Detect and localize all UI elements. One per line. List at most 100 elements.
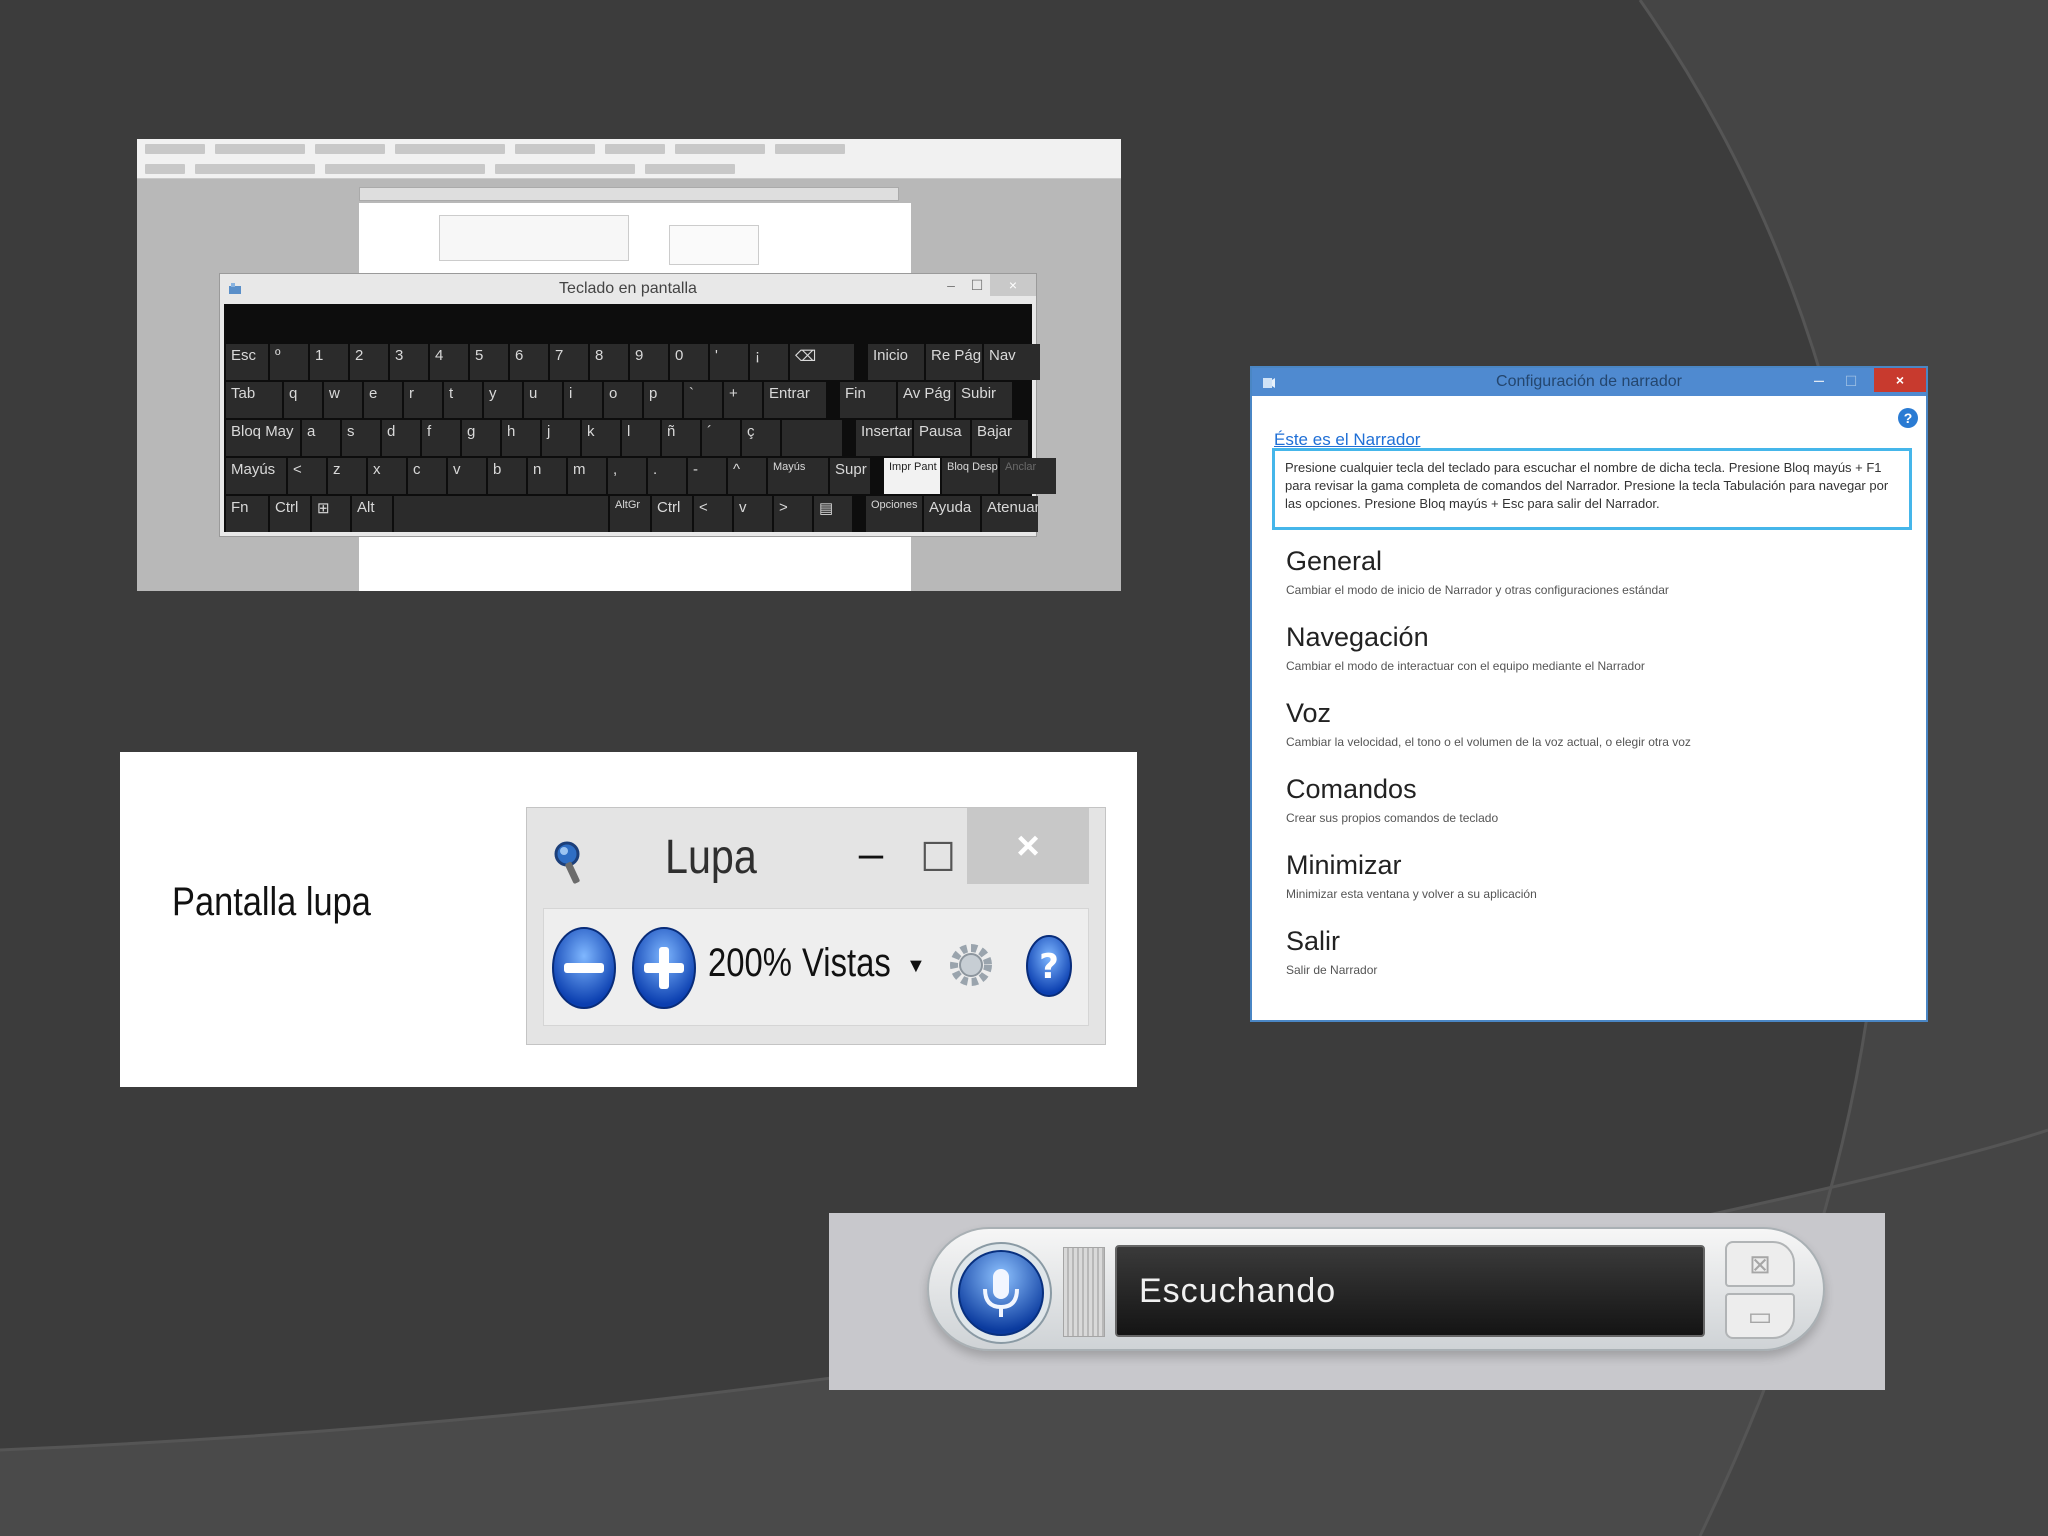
osk-key[interactable]: v — [448, 458, 486, 494]
osk-key[interactable]: Alt — [352, 496, 392, 532]
narrator-menu-item-label[interactable]: Salir — [1286, 926, 1691, 957]
osk-key[interactable]: Bloq Despl — [942, 458, 998, 494]
maximize-button[interactable]: ☐ — [964, 274, 990, 296]
osk-key[interactable]: AltGr — [610, 496, 650, 532]
osk-key[interactable]: < — [288, 458, 326, 494]
narrator-menu-item-label[interactable]: Comandos — [1286, 774, 1691, 805]
osk-key[interactable]: Mayús — [226, 458, 286, 494]
osk-key[interactable]: Av Pág — [898, 382, 954, 418]
osk-key[interactable]: r — [404, 382, 442, 418]
osk-key[interactable]: 5 — [470, 344, 508, 380]
narrator-menu-item-label[interactable]: General — [1286, 546, 1691, 577]
osk-key[interactable]: ¡ — [750, 344, 788, 380]
close-button[interactable]: × — [990, 274, 1036, 296]
osk-key[interactable]: º — [270, 344, 308, 380]
zoom-in-icon[interactable] — [630, 925, 698, 1011]
osk-key[interactable]: + — [724, 382, 762, 418]
osk-key[interactable]: p — [644, 382, 682, 418]
osk-key[interactable]: x — [368, 458, 406, 494]
narrator-menu-item[interactable]: Navegación Cambiar el modo de interactuar… — [1286, 622, 1691, 698]
osk-key[interactable]: k — [582, 420, 620, 456]
osk-key[interactable]: s — [342, 420, 380, 456]
osk-key[interactable]: 8 — [590, 344, 628, 380]
osk-key[interactable]: q — [284, 382, 322, 418]
osk-key[interactable]: Opciones — [866, 496, 922, 532]
narrator-titlebar[interactable]: Configuración de narrador – ☐ × — [1252, 368, 1926, 396]
osk-key[interactable]: Pausa — [914, 420, 970, 456]
osk-key[interactable]: > — [774, 496, 812, 532]
osk-key[interactable]: u — [524, 382, 562, 418]
osk-key[interactable]: 2 — [350, 344, 388, 380]
osk-key[interactable]: 1 — [310, 344, 348, 380]
osk-key[interactable]: a — [302, 420, 340, 456]
osk-key[interactable]: e — [364, 382, 402, 418]
osk-key[interactable]: Anclar — [1000, 458, 1056, 494]
narrator-menu-item[interactable]: Salir Salir de Narrador — [1286, 926, 1691, 1002]
chevron-down-icon[interactable]: ▼ — [906, 955, 926, 978]
osk-key[interactable]: Re Pág — [926, 344, 982, 380]
osk-key[interactable]: 9 — [630, 344, 668, 380]
help-icon[interactable]: ? — [1898, 408, 1918, 428]
osk-key[interactable]: v — [734, 496, 772, 532]
osk-key[interactable]: ^ — [728, 458, 766, 494]
osk-key[interactable]: Tab — [226, 382, 282, 418]
osk-key[interactable]: d — [382, 420, 420, 456]
osk-key[interactable]: Fin — [840, 382, 896, 418]
osk-key[interactable]: w — [324, 382, 362, 418]
osk-key[interactable]: 3 — [390, 344, 428, 380]
osk-key[interactable]: g — [462, 420, 500, 456]
osk-key[interactable]: Ayuda — [924, 496, 980, 532]
zoom-out-icon[interactable] — [550, 925, 618, 1011]
close-button[interactable]: ⊠ — [1725, 1241, 1795, 1287]
osk-key[interactable]: ' — [710, 344, 748, 380]
osk-key[interactable]: Esc — [226, 344, 268, 380]
narrator-menu-item[interactable]: Comandos Crear sus propios comandos de te… — [1286, 774, 1691, 850]
drag-handle[interactable] — [1063, 1247, 1105, 1337]
osk-key[interactable]: . — [648, 458, 686, 494]
osk-key[interactable]: Ctrl — [652, 496, 692, 532]
osk-key[interactable]: - — [688, 458, 726, 494]
close-button[interactable]: × — [1874, 368, 1926, 392]
lupa-titlebar[interactable]: Lupa – ☐ × — [527, 808, 1105, 908]
osk-key[interactable]: Bloq May — [226, 420, 300, 456]
osk-key[interactable]: ▤ — [814, 496, 852, 532]
osk-key[interactable]: 6 — [510, 344, 548, 380]
osk-key[interactable]: f — [422, 420, 460, 456]
osk-key[interactable]: Impr Pant — [884, 458, 940, 494]
narrator-menu-item-label[interactable]: Minimizar — [1286, 850, 1691, 881]
osk-key[interactable]: m — [568, 458, 606, 494]
osk-key[interactable]: Fn — [226, 496, 268, 532]
osk-key[interactable]: ñ — [662, 420, 700, 456]
osk-key[interactable]: , — [608, 458, 646, 494]
maximize-button[interactable]: ☐ — [912, 832, 964, 884]
osk-key[interactable]: t — [444, 382, 482, 418]
minimize-button[interactable]: ▭ — [1725, 1293, 1795, 1339]
minimize-button[interactable]: – — [845, 832, 897, 884]
osk-key[interactable] — [394, 496, 608, 532]
osk-key[interactable]: ´ — [702, 420, 740, 456]
osk-titlebar[interactable]: Teclado en pantalla – ☐ × — [220, 274, 1036, 304]
close-button[interactable]: × — [967, 808, 1089, 884]
osk-key[interactable]: Insertar — [856, 420, 912, 456]
microphone-icon[interactable] — [949, 1241, 1053, 1345]
osk-key[interactable]: Supr — [830, 458, 870, 494]
osk-key[interactable]: i — [564, 382, 602, 418]
narrator-menu-item-label[interactable]: Voz — [1286, 698, 1691, 729]
osk-key[interactable]: b — [488, 458, 526, 494]
osk-key[interactable]: 7 — [550, 344, 588, 380]
maximize-button[interactable]: ☐ — [1840, 368, 1862, 394]
osk-key[interactable]: h — [502, 420, 540, 456]
minimize-button[interactable]: – — [938, 274, 964, 296]
osk-key[interactable]: 4 — [430, 344, 468, 380]
osk-key[interactable]: l — [622, 420, 660, 456]
osk-key[interactable]: Ctrl — [270, 496, 310, 532]
narrator-menu-item[interactable]: Minimizar Minimizar esta ventana y volver… — [1286, 850, 1691, 926]
osk-key[interactable]: 0 — [670, 344, 708, 380]
osk-key[interactable]: Nav — [984, 344, 1040, 380]
minimize-button[interactable]: – — [1808, 368, 1830, 392]
views-dropdown[interactable]: Vistas — [802, 941, 891, 986]
gear-icon[interactable] — [948, 935, 994, 995]
osk-key[interactable]: ⊞ — [312, 496, 350, 532]
osk-key[interactable]: < — [694, 496, 732, 532]
osk-key[interactable]: j — [542, 420, 580, 456]
